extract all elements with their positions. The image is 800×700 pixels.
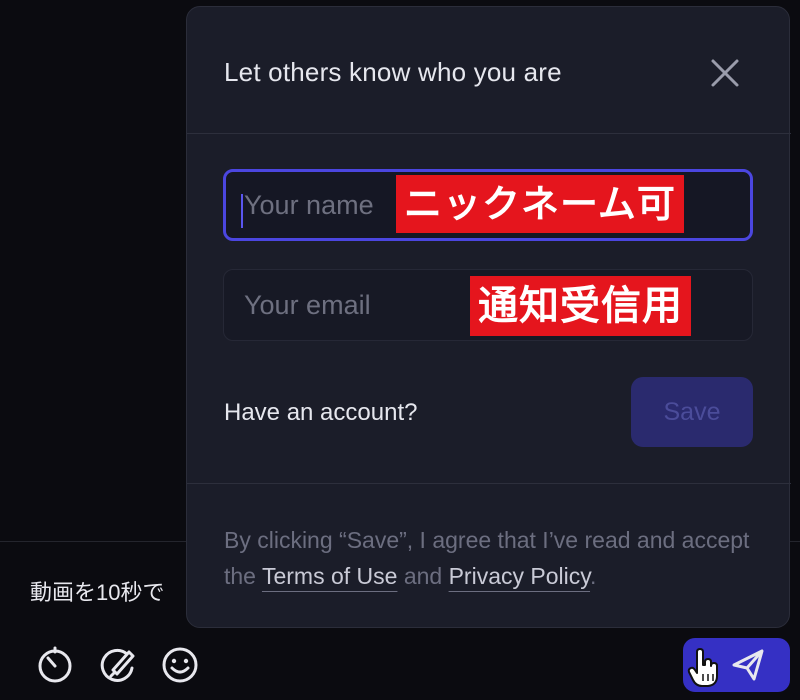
email-annotation: 通知受信用: [470, 276, 691, 336]
name-annotation: ニックネーム可: [396, 175, 684, 233]
page: 動画を10秒で Let others know who you are Your…: [0, 0, 800, 700]
emoji-button[interactable]: [159, 644, 201, 686]
save-button[interactable]: Save: [631, 377, 753, 447]
text-caret: [241, 194, 243, 228]
close-icon: [711, 59, 739, 87]
legal-middle: and: [397, 563, 449, 589]
draw-button[interactable]: [97, 644, 139, 686]
hand-cursor-icon: [687, 648, 718, 687]
have-account-link[interactable]: Have an account?: [224, 399, 417, 427]
terms-of-use-link[interactable]: Terms of Use: [262, 563, 397, 589]
composer-input-text[interactable]: 動画を10秒で: [30, 575, 164, 607]
legal-notice: By clicking “Save”, I agree that I’ve re…: [224, 522, 754, 594]
dialog-title: Let others know who you are: [224, 57, 562, 87]
timer-button[interactable]: [34, 644, 76, 686]
header-divider: [187, 133, 791, 134]
legal-suffix: .: [590, 563, 597, 589]
draw-icon: [100, 648, 135, 682]
privacy-policy-link[interactable]: Privacy Policy: [449, 563, 590, 589]
timer-icon: [38, 646, 72, 683]
emoji-icon: [162, 647, 198, 683]
footer-divider: [187, 483, 791, 484]
send-icon: [732, 649, 763, 681]
close-button[interactable]: [705, 53, 745, 93]
